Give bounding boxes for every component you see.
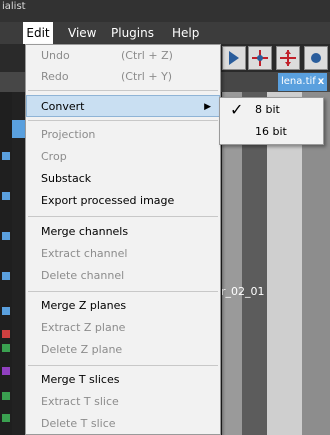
convert-label: Convert: [41, 100, 85, 113]
projection-label: Projection: [41, 128, 96, 141]
submenu-item-16bit[interactable]: 16 bit: [220, 121, 323, 143]
menu-item-extract-t[interactable]: Extract T slice: [26, 391, 220, 413]
merge-z-label: Merge Z planes: [41, 299, 127, 312]
crosshair-icon: [252, 50, 268, 66]
menu-view[interactable]: View: [68, 26, 96, 40]
extract-z-label: Extract Z plane: [41, 321, 126, 334]
export-label: Export processed image: [41, 194, 175, 207]
menu-divider: [28, 120, 218, 121]
layer-marker: [2, 392, 10, 400]
menu-item-delete-z[interactable]: Delete Z plane: [26, 339, 220, 361]
extract-t-label: Extract T slice: [41, 395, 119, 408]
layer-marker: [2, 414, 10, 422]
tab-lena[interactable]: lena.tif x: [278, 73, 328, 91]
tab-label: lena.tif: [281, 76, 316, 87]
crop-label: Crop: [41, 150, 67, 163]
move-icon: [280, 50, 296, 66]
undo-label: Undo: [41, 49, 70, 62]
menu-item-projection[interactable]: Projection: [26, 124, 220, 146]
chevron-right-icon: ▶: [204, 102, 211, 112]
substack-label: Substack: [41, 172, 92, 185]
menu-item-undo[interactable]: Undo (Ctrl + Z): [26, 45, 220, 67]
menu-help[interactable]: Help: [172, 26, 199, 40]
redo-shortcut: (Ctrl + Y): [121, 70, 173, 83]
menu-item-substack[interactable]: Substack: [26, 168, 220, 190]
8bit-label: 8 bit: [255, 103, 280, 116]
close-icon[interactable]: x: [318, 76, 324, 87]
layer-marker: [2, 367, 10, 375]
tool-icon: [311, 53, 321, 63]
submenu-item-8bit[interactable]: ✓ 8 bit: [220, 99, 323, 121]
delete-channel-label: Delete channel: [41, 269, 125, 282]
menu-plugins[interactable]: Plugins: [111, 26, 154, 40]
delete-t-label: Delete T slice: [41, 417, 116, 430]
menu-item-merge-z[interactable]: Merge Z planes: [26, 295, 220, 317]
menu-item-merge-channels[interactable]: Merge channels: [26, 221, 220, 243]
layer-marker: [2, 344, 10, 352]
merge-channels-label: Merge channels: [41, 225, 129, 238]
merge-t-label: Merge T slices: [41, 373, 120, 386]
menu-divider: [28, 291, 218, 292]
redo-label: Redo: [41, 70, 69, 83]
undo-shortcut: (Ctrl + Z): [121, 49, 173, 62]
play-button[interactable]: [222, 46, 246, 70]
checkmark-icon: ✓: [230, 100, 244, 119]
menu-bar: Edit View Plugins Help: [0, 22, 330, 44]
menu-divider: [28, 216, 218, 217]
16bit-label: 16 bit: [255, 125, 287, 138]
layer-marker: [2, 307, 10, 315]
menu-divider: [28, 90, 218, 91]
tool-button[interactable]: [304, 46, 328, 70]
crosshair-tool-button[interactable]: [248, 46, 272, 70]
menu-item-delete-t[interactable]: Delete T slice: [26, 413, 220, 435]
layer-marker: [2, 232, 10, 240]
menu-item-redo[interactable]: Redo (Ctrl + Y): [26, 66, 220, 88]
menu-item-merge-t[interactable]: Merge T slices: [26, 369, 220, 391]
window-title: ialist: [2, 1, 26, 12]
move-tool-button[interactable]: [276, 46, 300, 70]
menu-item-convert[interactable]: Convert ▶: [26, 95, 220, 117]
layer-marker: [2, 152, 10, 160]
app-window: ialist Edit View Plugins Help lena.tif x…: [0, 0, 330, 435]
menu-item-extract-channel[interactable]: Extract channel: [26, 243, 220, 265]
menu-item-extract-z[interactable]: Extract Z plane: [26, 317, 220, 339]
layer-marker: [2, 330, 10, 338]
menu-divider: [28, 365, 218, 366]
menu-item-export-processed[interactable]: Export processed image: [26, 190, 220, 212]
edit-menu: Undo (Ctrl + Z) Redo (Ctrl + Y) Convert …: [25, 44, 221, 435]
image-label: 0r_02_01: [222, 285, 265, 298]
menu-item-delete-channel[interactable]: Delete channel: [26, 265, 220, 287]
play-icon: [229, 51, 239, 65]
delete-z-label: Delete Z plane: [41, 343, 123, 356]
layer-strip: [0, 92, 12, 435]
extract-channel-label: Extract channel: [41, 247, 128, 260]
title-bar: ialist: [0, 0, 330, 22]
layer-marker: [2, 192, 10, 200]
menu-edit[interactable]: Edit: [23, 22, 53, 44]
menu-item-crop[interactable]: Crop: [26, 146, 220, 168]
layer-marker: [2, 272, 10, 280]
convert-submenu: ✓ 8 bit 16 bit: [219, 97, 324, 145]
